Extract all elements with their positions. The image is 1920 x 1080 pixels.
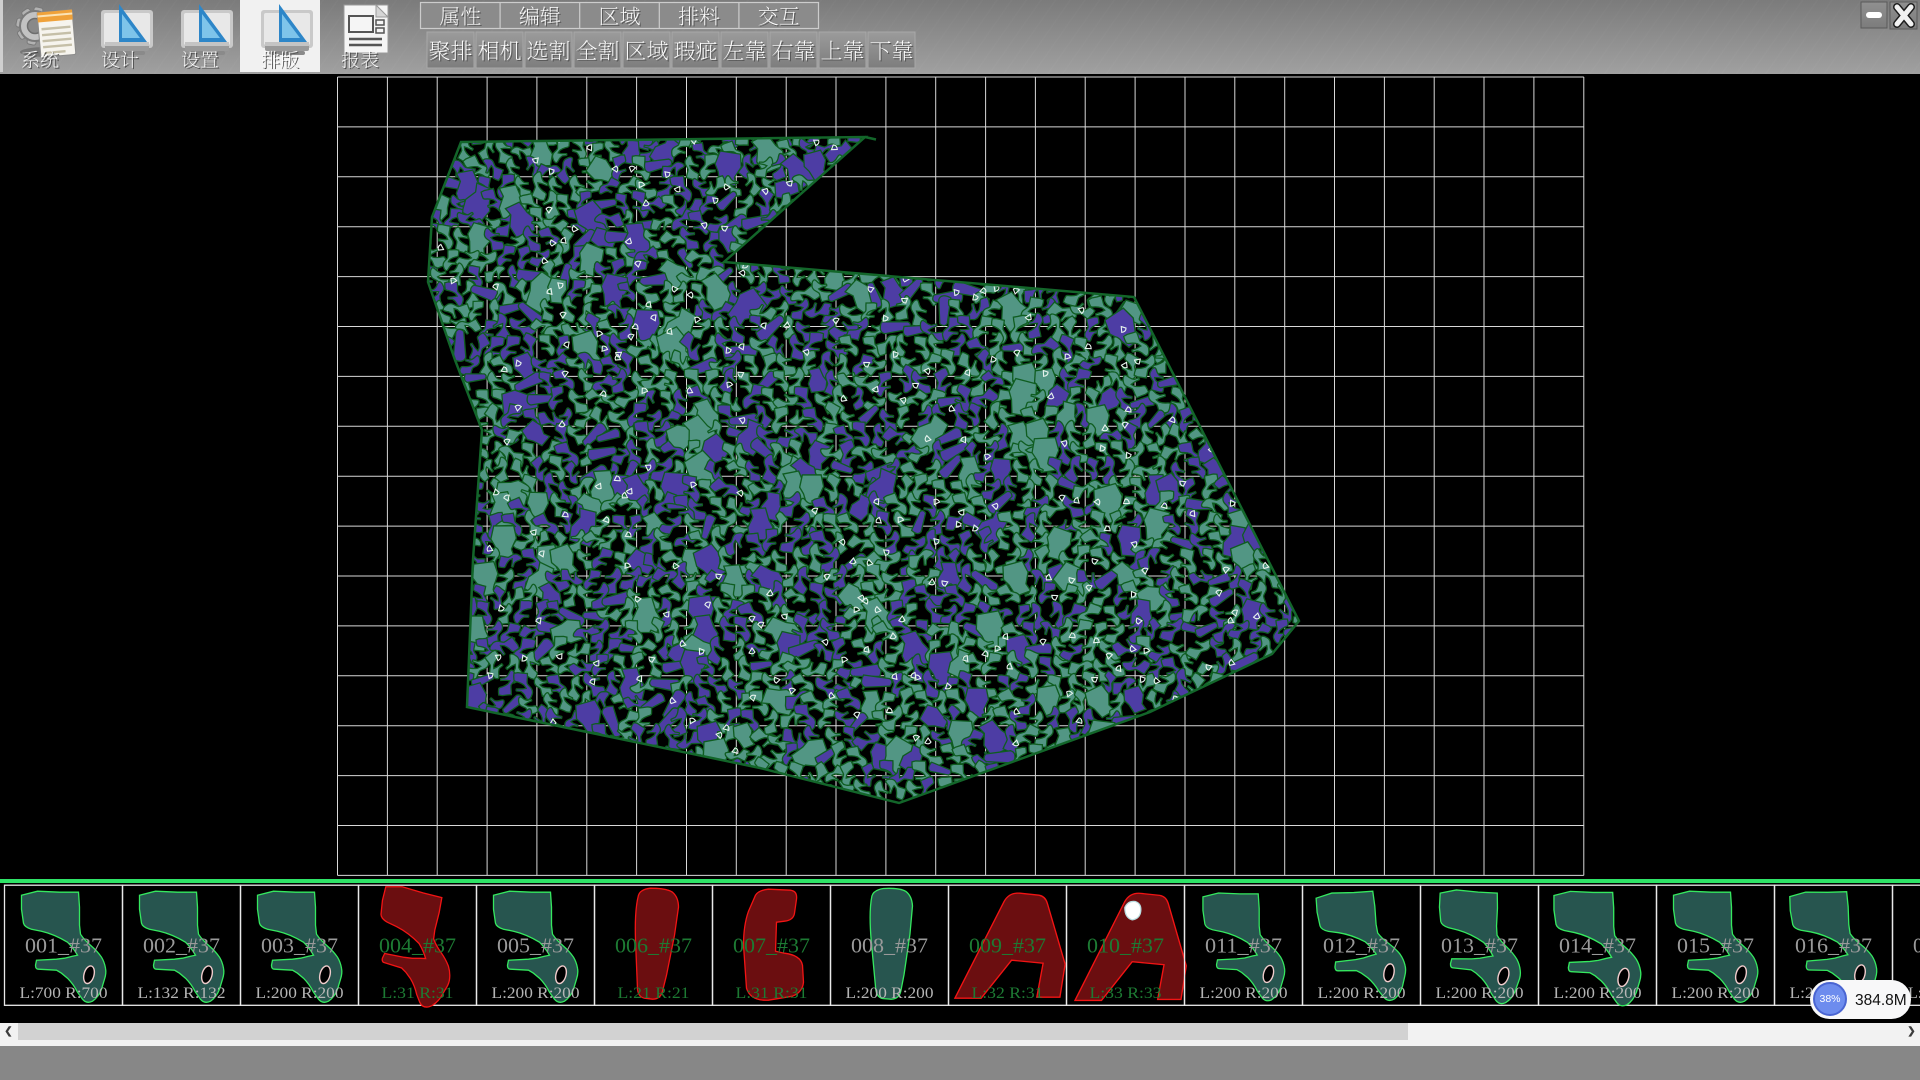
svg-text:014_#37: 014_#37 xyxy=(1559,934,1636,958)
svg-text:L:33 R:33: L:33 R:33 xyxy=(1090,985,1162,1002)
svg-text:010_#37: 010_#37 xyxy=(1087,934,1164,958)
svg-text:L:200 R:200: L:200 R:200 xyxy=(1436,985,1524,1002)
svg-text:L:200 R:200: L:200 R:200 xyxy=(1200,985,1288,1002)
svg-text:L:31 R:31: L:31 R:31 xyxy=(736,985,808,1002)
svg-text:004_#37: 004_#37 xyxy=(379,934,456,958)
svg-text:L:200 R:200: L:200 R:200 xyxy=(256,985,344,1002)
svg-text:013_#37: 013_#37 xyxy=(1441,934,1518,958)
svg-text:L:200 R:200: L:200 R:200 xyxy=(846,985,934,1002)
svg-text:011_#37: 011_#37 xyxy=(1205,934,1282,958)
svg-text:L:32 R:31: L:32 R:31 xyxy=(972,985,1044,1002)
svg-text:012_#37: 012_#37 xyxy=(1323,934,1400,958)
svg-text:L:200 R:200: L:200 R:200 xyxy=(1318,985,1406,1002)
svg-text:L:700 R:700: L:700 R:700 xyxy=(20,985,108,1002)
svg-text:006_#37: 006_#37 xyxy=(615,934,692,958)
svg-text:008_#37: 008_#37 xyxy=(851,934,928,958)
svg-text:L:200 R:200: L:200 R:200 xyxy=(1672,985,1760,1002)
svg-text:015_#37: 015_#37 xyxy=(1677,934,1754,958)
svg-text:L:31 R:31: L:31 R:31 xyxy=(382,985,454,1002)
svg-text:016_#37: 016_#37 xyxy=(1795,934,1872,958)
svg-text:009_#37: 009_#37 xyxy=(969,934,1046,958)
svg-text:L:200 R:200: L:200 R:200 xyxy=(1554,985,1642,1002)
svg-text:007_#37: 007_#37 xyxy=(733,934,810,958)
svg-text:L:21 R:21: L:21 R:21 xyxy=(618,985,690,1002)
svg-text:005_#37: 005_#37 xyxy=(497,934,574,958)
svg-text:L:132 R:132: L:132 R:132 xyxy=(138,985,226,1002)
svg-text:0: 0 xyxy=(1913,934,1920,958)
svg-text:003_#37: 003_#37 xyxy=(261,934,338,958)
svg-text:001_#37: 001_#37 xyxy=(25,934,102,958)
svg-text:L:200 R:200: L:200 R:200 xyxy=(492,985,580,1002)
svg-text:002_#37: 002_#37 xyxy=(143,934,220,958)
